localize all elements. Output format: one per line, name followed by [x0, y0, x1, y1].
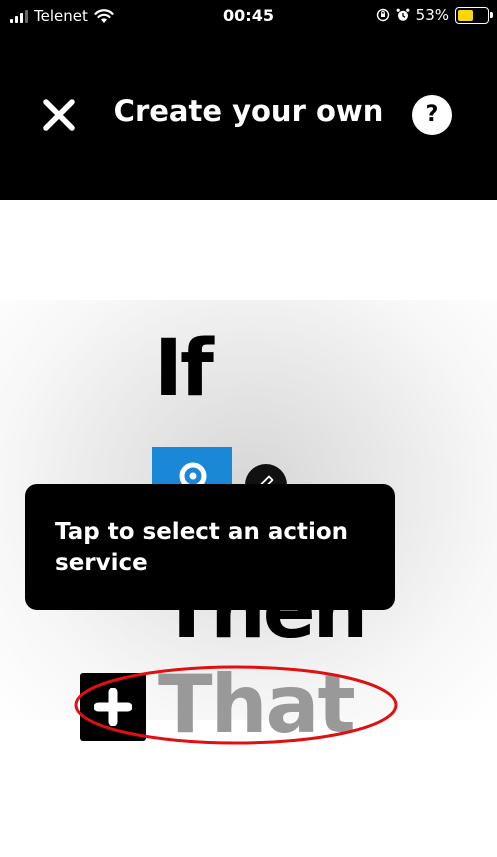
add-action-box — [80, 673, 146, 741]
close-button[interactable] — [40, 96, 78, 134]
battery-fill — [458, 9, 473, 21]
header: Create your own ? — [0, 34, 497, 200]
orientation-lock-icon — [376, 8, 389, 22]
close-icon — [43, 99, 75, 131]
that-label: That — [158, 658, 356, 751]
tooltip: Tap to select an action service — [25, 484, 395, 610]
status-right: 53% — [376, 6, 493, 24]
battery-percent: 53% — [415, 6, 449, 24]
if-label: If — [154, 324, 214, 414]
page-title: Create your own — [113, 94, 384, 128]
battery-icon — [455, 6, 493, 24]
plus-icon — [94, 688, 132, 726]
add-action-button[interactable]: That — [80, 665, 356, 745]
tooltip-text: Tap to select an action service — [55, 519, 349, 576]
status-bar: Telenet 00:45 53% — [0, 0, 497, 34]
help-button[interactable]: ? — [412, 95, 452, 135]
alarm-icon — [396, 8, 410, 21]
